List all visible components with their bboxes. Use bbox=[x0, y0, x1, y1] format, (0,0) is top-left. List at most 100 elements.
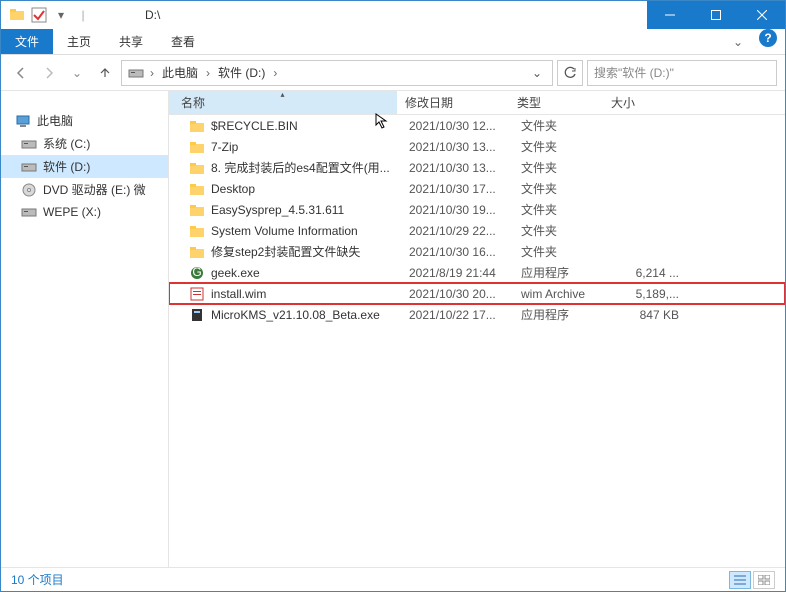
svg-text:G: G bbox=[192, 265, 201, 279]
cell-date: 2021/10/30 20... bbox=[401, 287, 513, 301]
column-name[interactable]: ▴ 名称 bbox=[169, 91, 397, 114]
exe-icon bbox=[189, 307, 205, 323]
navigation-pane: 此电脑 系统 (C:) 软件 (D:) DVD 驱动器 (E:) 微 WEPE (X:… bbox=[1, 91, 169, 567]
search-input[interactable]: 搜索"软件 (D:)" bbox=[587, 60, 777, 86]
cell-name: MicroKMS_v21.10.08_Beta.exe bbox=[173, 307, 401, 323]
cell-type: wim Archive bbox=[513, 287, 607, 301]
geek-icon: G bbox=[189, 265, 205, 281]
cell-date: 2021/10/30 13... bbox=[401, 140, 513, 154]
breadcrumb-root[interactable]: 此电脑 bbox=[158, 64, 202, 81]
column-date[interactable]: 修改日期 bbox=[397, 91, 509, 114]
minimize-button[interactable] bbox=[647, 1, 693, 29]
folder-icon bbox=[9, 7, 25, 23]
cell-date: 2021/10/30 19... bbox=[401, 203, 513, 217]
tab-home[interactable]: 主页 bbox=[53, 29, 105, 54]
close-button[interactable] bbox=[739, 1, 785, 29]
tab-share[interactable]: 共享 bbox=[105, 29, 157, 54]
pc-icon bbox=[15, 113, 31, 129]
item-count: 10 个项目 bbox=[11, 571, 64, 588]
nav-label: DVD 驱动器 (E:) 微 bbox=[43, 181, 146, 198]
file-row[interactable]: $RECYCLE.BIN2021/10/30 12...文件夹 bbox=[169, 115, 785, 136]
nav-this-pc[interactable]: 此电脑 bbox=[1, 109, 168, 132]
checkbox-icon[interactable] bbox=[31, 7, 47, 23]
chevron-right-icon[interactable]: › bbox=[148, 66, 156, 80]
nav-item[interactable]: 系统 (C:) bbox=[1, 132, 168, 155]
breadcrumb-location[interactable]: 软件 (D:) bbox=[214, 64, 269, 81]
drive-icon bbox=[21, 136, 37, 152]
chevron-right-icon[interactable]: › bbox=[204, 66, 212, 80]
tab-view[interactable]: 查看 bbox=[157, 29, 209, 54]
column-headers: ▴ 名称 修改日期 类型 大小 bbox=[169, 91, 785, 115]
nav-label: 系统 (C:) bbox=[43, 135, 90, 152]
cell-name: 7-Zip bbox=[173, 139, 401, 155]
file-name: 修复step2封装配置文件缺失 bbox=[211, 243, 360, 260]
cell-date: 2021/10/30 12... bbox=[401, 119, 513, 133]
file-row[interactable]: System Volume Information2021/10/29 22..… bbox=[169, 220, 785, 241]
file-row[interactable]: 7-Zip2021/10/30 13...文件夹 bbox=[169, 136, 785, 157]
ribbon-expand-icon[interactable]: ⌄ bbox=[725, 29, 751, 54]
drive-icon bbox=[21, 204, 37, 220]
file-row[interactable]: 8. 完成封装后的es4配置文件(用... 2021/10/30 13...文件夹 bbox=[169, 157, 785, 178]
details-view-button[interactable] bbox=[729, 571, 751, 589]
file-rows: $RECYCLE.BIN2021/10/30 12...文件夹7-Zip2021… bbox=[169, 115, 785, 567]
qat-dropdown-icon[interactable]: ▾ bbox=[53, 7, 69, 23]
nav-item[interactable]: WEPE (X:) bbox=[1, 201, 168, 223]
status-bar: 10 个项目 bbox=[1, 567, 785, 591]
cell-size: 5,189,... bbox=[607, 287, 687, 301]
nav-item[interactable]: DVD 驱动器 (E:) 微 bbox=[1, 178, 168, 201]
breadcrumb[interactable]: › 此电脑 › 软件 (D:) › ⌄ bbox=[121, 60, 553, 86]
column-size[interactable]: 大小 bbox=[603, 91, 683, 114]
cell-date: 2021/8/19 21:44 bbox=[401, 266, 513, 280]
file-row[interactable]: 修复step2封装配置文件缺失2021/10/30 16...文件夹 bbox=[169, 241, 785, 262]
file-row[interactable]: MicroKMS_v21.10.08_Beta.exe2021/10/22 17… bbox=[169, 304, 785, 325]
file-row[interactable]: Desktop2021/10/30 17...文件夹 bbox=[169, 178, 785, 199]
cell-type: 文件夹 bbox=[513, 243, 607, 260]
cell-name: Desktop bbox=[173, 181, 401, 197]
title-bar: ▾ | D:\ bbox=[1, 1, 785, 29]
folder-icon bbox=[189, 118, 205, 134]
folder-icon bbox=[189, 244, 205, 260]
cell-date: 2021/10/30 13... bbox=[401, 161, 513, 175]
address-dropdown-icon[interactable]: ⌄ bbox=[526, 66, 548, 80]
cell-name: Ggeek.exe bbox=[173, 265, 401, 281]
icons-view-button[interactable] bbox=[753, 571, 775, 589]
file-row[interactable]: Ggeek.exe2021/8/19 21:44应用程序6,214 ... bbox=[169, 262, 785, 283]
refresh-button[interactable] bbox=[557, 60, 583, 86]
file-name: $RECYCLE.BIN bbox=[211, 119, 298, 133]
cell-type: 文件夹 bbox=[513, 201, 607, 218]
folder-icon bbox=[189, 139, 205, 155]
window-title: D:\ bbox=[145, 8, 160, 22]
cell-date: 2021/10/29 22... bbox=[401, 224, 513, 238]
file-list: ▴ 名称 修改日期 类型 大小 $RECYCLE.BIN 2021/10/30 1… bbox=[169, 91, 785, 567]
cell-type: 文件夹 bbox=[513, 159, 607, 176]
wim-icon bbox=[189, 286, 205, 302]
drive-icon bbox=[126, 67, 146, 79]
folder-icon bbox=[189, 181, 205, 197]
sort-asc-icon: ▴ bbox=[280, 90, 284, 99]
back-button[interactable] bbox=[9, 61, 33, 85]
maximize-button[interactable] bbox=[693, 1, 739, 29]
window-controls bbox=[647, 1, 785, 29]
chevron-right-icon[interactable]: › bbox=[271, 66, 279, 80]
cell-name: $RECYCLE.BIN bbox=[173, 118, 401, 134]
up-button[interactable] bbox=[93, 61, 117, 85]
file-name: Desktop bbox=[211, 182, 255, 196]
cell-type: 文件夹 bbox=[513, 180, 607, 197]
nav-item[interactable]: 软件 (D:) bbox=[1, 155, 168, 178]
file-row[interactable]: install.wim2021/10/30 20...wim Archive5,… bbox=[169, 283, 785, 304]
nav-label: 此电脑 bbox=[37, 112, 73, 129]
file-name: 8. 完成封装后的es4配置文件(用... bbox=[211, 159, 390, 176]
nav-label: WEPE (X:) bbox=[43, 205, 101, 219]
forward-button[interactable] bbox=[37, 61, 61, 85]
cell-type: 文件夹 bbox=[513, 138, 607, 155]
address-bar: ⌄ › 此电脑 › 软件 (D:) › ⌄ 搜索"软件 (D:)" bbox=[1, 55, 785, 91]
ribbon-tabs: 文件 主页 共享 查看 ⌄ ? bbox=[1, 29, 785, 55]
tab-file[interactable]: 文件 bbox=[1, 29, 53, 54]
cell-name: EasySysprep_4.5.31.611 bbox=[173, 202, 401, 218]
nav-label: 软件 (D:) bbox=[43, 158, 90, 175]
file-row[interactable]: EasySysprep_4.5.31.6112021/10/30 19...文件… bbox=[169, 199, 785, 220]
recent-dropdown[interactable]: ⌄ bbox=[65, 61, 89, 85]
column-type[interactable]: 类型 bbox=[509, 91, 603, 114]
cell-name: install.wim bbox=[173, 286, 401, 302]
help-icon[interactable]: ? bbox=[759, 29, 777, 47]
